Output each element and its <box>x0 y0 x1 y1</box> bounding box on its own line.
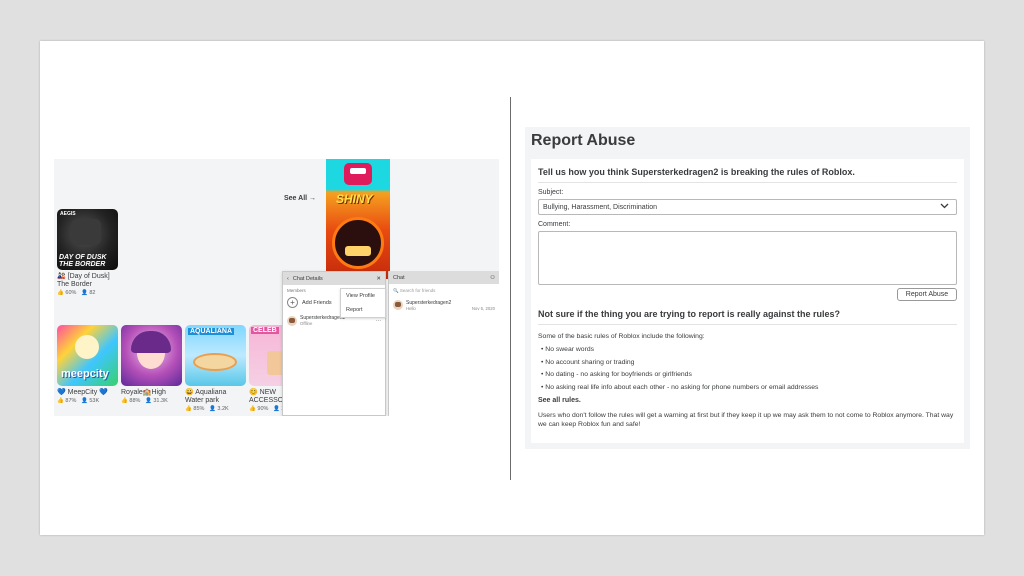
chat-conversation-row[interactable]: Supersterkedragen2 Hello Nov 5, 2020 <box>389 298 499 313</box>
thumb-title: meepcity <box>61 368 109 380</box>
new-chat-icon[interactable]: ⚇ <box>490 275 495 281</box>
avatar <box>393 300 403 310</box>
chat-header: Chat ⚇ <box>389 271 499 284</box>
add-friends-label: Add Friends <box>302 299 332 306</box>
see-all-rules-link[interactable]: See all rules. <box>538 397 957 404</box>
rules-intro: Some of the basic rules of Roblox includ… <box>538 333 705 340</box>
game-card-meepcity[interactable]: meepcity 💙 MeepCity 💙 👍 87% 👤 53K <box>57 325 118 404</box>
game-title[interactable]: 😀 Aqualiana Water park <box>185 389 246 405</box>
comment-label: Comment: <box>538 221 571 228</box>
game-thumbnail[interactable]: AEGIS DAY OF DUSK THE BORDER <box>57 209 118 270</box>
member-context-menu: View Profile Report <box>340 288 386 318</box>
member-status: Offline <box>300 321 313 326</box>
menu-item-report[interactable]: Report <box>341 303 385 317</box>
game-title[interactable]: Royale🏫High <box>121 389 182 397</box>
avatar <box>287 315 297 326</box>
soldier-figure <box>71 219 101 245</box>
game-thumbnail[interactable]: meepcity <box>57 325 118 386</box>
float-ring <box>193 353 237 371</box>
report-abuse-button[interactable]: Report Abuse <box>897 288 957 301</box>
rule-item: No asking real life info about each othe… <box>538 382 957 395</box>
game-title[interactable]: 💙 MeepCity 💙 <box>57 389 118 397</box>
rule-item: No swear words <box>538 344 957 357</box>
plus-icon: + <box>287 297 298 308</box>
game-thumbnail[interactable] <box>121 325 182 386</box>
thumb-title: DAY OF DUSK THE BORDER <box>59 254 107 268</box>
report-abuse-page: Report Abuse Tell us how you think Super… <box>525 127 970 449</box>
character-face <box>75 335 99 359</box>
shiny-ad-banner[interactable]: SHINY <box>326 159 390 279</box>
chat-panel: Chat ⚇ 🔍 Search for friends Supersterked… <box>388 271 499 416</box>
more-options-icon[interactable]: ··· <box>376 318 381 324</box>
game-card-aqualiana[interactable]: AQUALIANA 😀 Aqualiana Water park 👍 85% 👤 … <box>185 325 246 412</box>
rule-item: No account sharing or trading <box>538 357 957 370</box>
subject-dropdown[interactable]: Bullying, Harassment, Discrimination <box>538 199 957 215</box>
roblox-home-screenshot: See All → AEGIS DAY OF DUSK THE BORDER 🎎… <box>54 159 499 416</box>
chat-details-panel: ‹ Chat Details ✕ Members + Add Friends S… <box>282 271 386 416</box>
report-heading: Tell us how you think Supersterkedragen2… <box>538 167 957 183</box>
subject-value: Bullying, Harassment, Discrimination <box>543 203 657 211</box>
game-stats: 👍 88% 👤 31.3K <box>121 398 168 404</box>
game-title[interactable]: 🎎 [Day of Dusk] The Border <box>57 273 118 289</box>
shiny-label: SHINY <box>336 192 373 206</box>
chat-search-input[interactable]: 🔍 Search for friends <box>389 284 499 298</box>
game-stats: 👍 60% 👤 82 <box>57 290 96 296</box>
thumb-title: CELEB <box>251 327 279 334</box>
close-icon[interactable]: ✕ <box>376 276 381 282</box>
chat-details-header: ‹ Chat Details ✕ <box>283 272 385 285</box>
conversation-preview: Hello <box>406 306 416 311</box>
lava-creature <box>332 217 384 269</box>
rules-list: No swear words No account sharing or tra… <box>538 344 957 394</box>
subject-label: Subject: <box>538 189 564 196</box>
game-card-royale-high[interactable]: Royale🏫High 👍 88% 👤 31.3K <box>121 325 182 404</box>
chevron-down-icon <box>940 203 949 211</box>
game-card-day-of-dusk[interactable]: AEGIS DAY OF DUSK THE BORDER 🎎 [Day of D… <box>57 209 118 296</box>
see-all-link[interactable]: See All → <box>284 195 316 202</box>
menu-item-view-profile[interactable]: View Profile <box>341 289 385 303</box>
rules-footer: Users who don't follow the rules will ge… <box>538 412 954 428</box>
page-title: Report Abuse <box>531 132 636 149</box>
conversation-date: Nov 5, 2020 <box>471 306 495 311</box>
game-thumbnail[interactable]: AQUALIANA <box>185 325 246 386</box>
chat-title: Chat <box>393 274 405 281</box>
game-stats: 👍 87% 👤 53K <box>57 398 100 404</box>
character-hair <box>131 331 171 353</box>
monster-icon <box>344 163 372 185</box>
rule-item: No dating - no asking for boyfriends or … <box>538 369 957 382</box>
back-arrow-icon[interactable]: ‹ <box>287 276 289 282</box>
game-stats: 👍 85% 👤 3.2K <box>185 406 229 412</box>
report-form-card: Tell us how you think Supersterkedragen2… <box>531 159 964 443</box>
thumb-brand: AEGIS <box>60 211 76 217</box>
chat-details-title: Chat Details <box>292 275 323 282</box>
slide: See All → AEGIS DAY OF DUSK THE BORDER 🎎… <box>40 41 984 535</box>
thumb-title: AQUALIANA <box>188 328 234 335</box>
comment-textarea[interactable] <box>538 231 957 285</box>
slide-divider <box>510 97 511 480</box>
rules-heading: Not sure if the thing you are trying to … <box>538 309 957 325</box>
